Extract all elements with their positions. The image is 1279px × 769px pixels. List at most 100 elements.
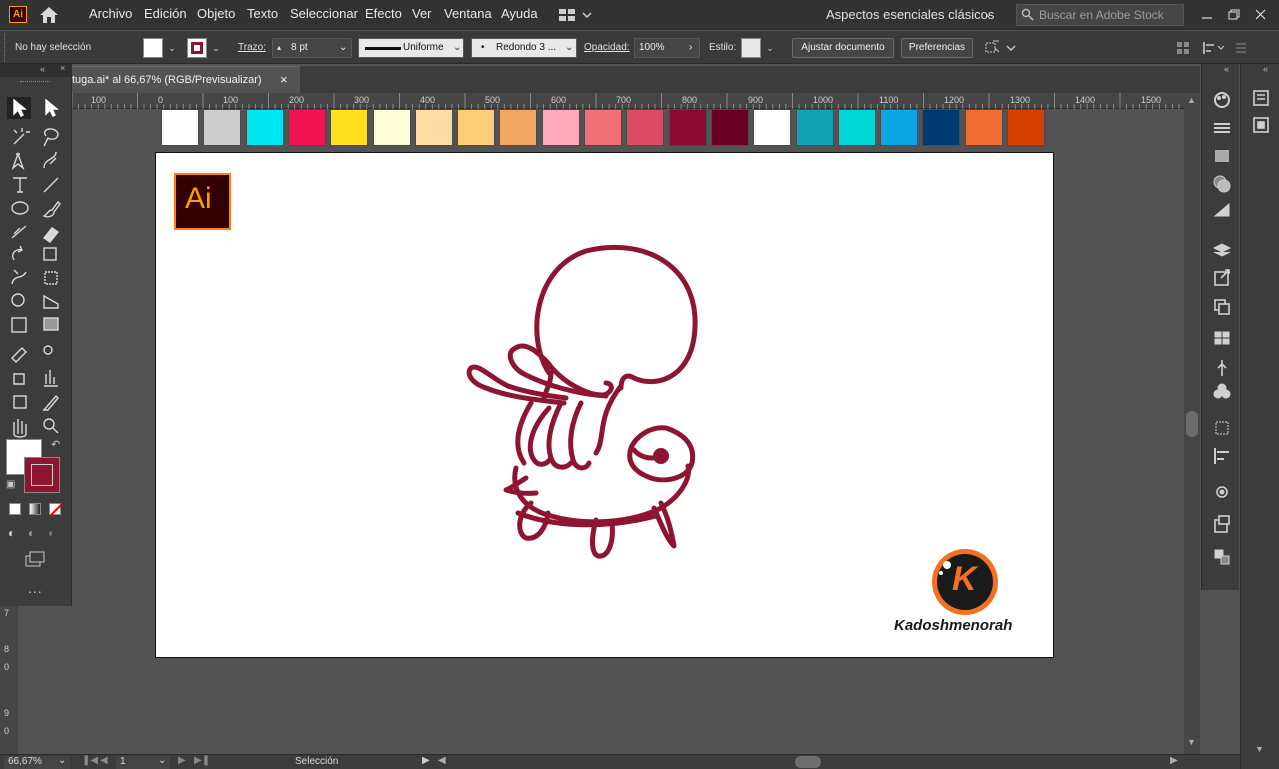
collapse-icon[interactable]: « (1224, 64, 1229, 74)
color-swatch[interactable] (288, 109, 326, 146)
brushes-icon (1217, 360, 1227, 376)
color-swatch[interactable] (796, 109, 834, 146)
color-swatch[interactable] (965, 109, 1003, 146)
scroll-down-icon[interactable]: ▼ (1187, 737, 1196, 747)
draw-behind-icon[interactable]: ◐ (28, 526, 35, 540)
stroke-weight-field[interactable]: ▴ 8 pt ⌄ (272, 38, 352, 58)
fill-color-swatch[interactable] (143, 38, 163, 58)
preferences-button[interactable]: Preferencias (901, 38, 973, 58)
dock-right-icons (1253, 90, 1269, 133)
close-tab-icon[interactable]: × (280, 67, 288, 93)
window-controls (1202, 9, 1266, 20)
last-artboard-icon[interactable]: ▶❚ (194, 755, 210, 766)
align-transform-icon[interactable] (983, 39, 1017, 57)
draw-normal-icon[interactable]: ◐ (8, 526, 15, 540)
zoom-field[interactable]: 66,67% ⌄ (4, 755, 70, 769)
artboard[interactable]: Ai K Kadoshmenorah (155, 152, 1054, 658)
stock-search-input[interactable]: Buscar en Adobe Stock (1016, 4, 1184, 26)
arrange-documents-icon[interactable] (558, 7, 592, 23)
scroll-right-icon[interactable]: ▶ (1170, 755, 1178, 766)
artboards-icon (1214, 299, 1230, 315)
menu-ventana[interactable]: Ventana (444, 6, 492, 21)
color-swatch[interactable] (203, 109, 241, 146)
style-dropdown[interactable]: ⌄ (764, 38, 776, 58)
swap-colors-icon[interactable]: ↶ (51, 438, 60, 451)
color-swatch[interactable] (457, 109, 495, 146)
collapse-icon[interactable]: « (1263, 64, 1268, 74)
home-icon[interactable] (38, 5, 60, 25)
stroke-color-box[interactable] (24, 457, 60, 493)
none-mode-icon[interactable] (49, 503, 63, 517)
mesh-tool-icon (11, 317, 27, 333)
color-swatch[interactable] (542, 109, 580, 146)
free-transform-tool-icon (44, 271, 58, 285)
stroke-profile-field[interactable]: Uniforme ⌄ (358, 38, 464, 58)
magic-wand-tool-icon (13, 128, 30, 145)
edit-toolbar-icon[interactable]: ... (28, 580, 43, 596)
warp-tool-icon (11, 269, 27, 285)
color-swatch[interactable] (161, 109, 199, 146)
color-mode-icon[interactable] (9, 503, 21, 515)
opacity-field[interactable]: 100% › (634, 38, 700, 58)
draw-inside-icon[interactable]: ◐ (48, 526, 55, 540)
color-swatch[interactable] (669, 109, 707, 146)
scroll-left-icon[interactable]: ◀ (438, 755, 446, 766)
color-swatch[interactable] (499, 109, 537, 146)
collapse-icon[interactable]: « (40, 64, 45, 74)
menu-texto[interactable]: Texto (247, 6, 278, 21)
graphic-style-swatch[interactable] (741, 38, 761, 58)
default-colors-icon[interactable]: ▣ (6, 479, 15, 490)
asset-export-icon (1214, 515, 1230, 533)
color-swatch[interactable] (1007, 109, 1045, 146)
horizontal-scroll-thumb[interactable] (795, 756, 821, 768)
horizontal-ruler[interactable]: 100 0 100 200 300 400 500 600 700 800 90… (72, 93, 1184, 109)
dock-icons (1212, 92, 1232, 565)
scroll-down-icon[interactable]: ▼ (1255, 744, 1264, 754)
brush-definition-field[interactable]: • Redondo 3 ... ⌄ (471, 38, 577, 58)
menu-efecto[interactable]: Efecto (365, 6, 402, 21)
color-swatch[interactable] (753, 109, 791, 146)
color-swatch[interactable] (246, 109, 284, 146)
stroke-label[interactable]: Trazo: (238, 42, 266, 53)
menu-objeto[interactable]: Objeto (197, 6, 235, 21)
color-swatch[interactable] (711, 109, 749, 146)
status-menu-arrow-icon[interactable]: ▶ (422, 755, 430, 766)
gradient-mode-icon[interactable] (29, 503, 41, 515)
menu-edicion[interactable]: Edición (144, 6, 187, 21)
document-tab[interactable]: tuga.ai* al 66,67% (RGB/Previsualizar) × (72, 66, 300, 93)
first-artboard-icon[interactable]: ❚◀ (82, 755, 98, 766)
color-swatch[interactable] (330, 109, 368, 146)
turtle-illustration[interactable] (456, 238, 716, 568)
color-swatch[interactable] (922, 109, 960, 146)
color-swatch[interactable] (626, 109, 664, 146)
previous-artboard-icon[interactable]: ◀ (100, 755, 108, 766)
menu-ver[interactable]: Ver (412, 6, 432, 21)
close-icon[interactable]: × (60, 63, 65, 73)
vertical-ruler[interactable]: 7 8 0 9 0 (0, 606, 18, 754)
stepper-icon[interactable]: ▴ (277, 39, 281, 57)
stroke-dropdown[interactable]: ⌄ (210, 38, 222, 58)
color-swatch[interactable] (880, 109, 918, 146)
adjust-document-button[interactable]: Ajustar documento (792, 38, 894, 58)
perspective-grid-tool-icon (43, 294, 59, 309)
app-logo: Ai (9, 6, 27, 23)
fill-dropdown[interactable]: ⌄ (166, 38, 178, 58)
menu-seleccionar[interactable]: Seleccionar (290, 6, 358, 21)
pathfinder-icon (1216, 486, 1228, 498)
opacity-label[interactable]: Opacidad: (584, 42, 630, 53)
workspace-switcher[interactable]: Aspectos esenciales clásicos ⌄ (818, 4, 1004, 26)
color-swatch[interactable] (415, 109, 453, 146)
scroll-thumb[interactable] (1186, 411, 1198, 437)
menu-archivo[interactable]: Archivo (89, 6, 132, 21)
ruler-label: 0 (4, 726, 10, 736)
color-swatch[interactable] (584, 109, 622, 146)
color-swatch[interactable] (838, 109, 876, 146)
screen-mode-icon[interactable] (24, 550, 48, 568)
scroll-up-icon[interactable]: ▲ (1187, 95, 1196, 105)
vertical-scrollbar[interactable]: ▲ ▼ (1184, 93, 1200, 754)
next-artboard-icon[interactable]: ▶ (178, 755, 186, 766)
artboard-number-field[interactable]: 1 ⌄ (116, 755, 170, 769)
menu-ayuda[interactable]: Ayuda (501, 6, 538, 21)
stroke-color-swatch[interactable] (187, 38, 207, 58)
color-swatch[interactable] (373, 109, 411, 146)
